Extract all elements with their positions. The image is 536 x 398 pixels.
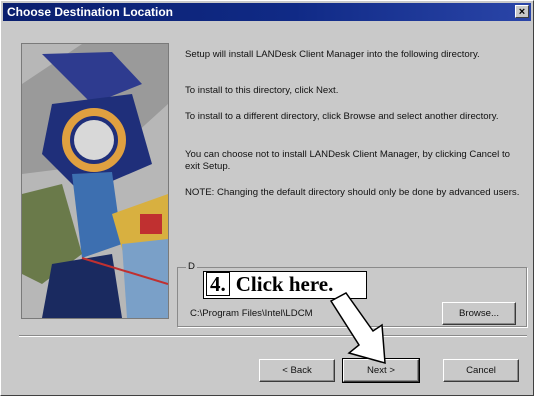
illustration-graphic <box>22 44 168 318</box>
title-bar: Choose Destination Location × <box>3 3 531 21</box>
browse-button[interactable]: Browse... <box>442 302 516 325</box>
close-icon: × <box>518 6 526 18</box>
instruction-callout: 4. Click here. <box>203 271 367 299</box>
setup-illustration <box>21 43 169 319</box>
instruction-paragraph: To install to this directory, click Next… <box>185 85 339 96</box>
cancel-button[interactable]: Cancel <box>443 359 519 382</box>
instruction-paragraph: You can choose not to install LANDesk Cl… <box>185 149 510 172</box>
group-label: D <box>186 261 197 272</box>
step-number: 4. <box>206 272 230 296</box>
instruction-paragraph: Setup will install LANDesk Client Manage… <box>185 49 480 60</box>
instruction-paragraph: To install to a different directory, cli… <box>185 111 499 122</box>
destination-path: C:\Program Files\Intel\LDCM <box>190 308 313 319</box>
setup-dialog: Choose Destination Location × Setup will… <box>0 0 534 396</box>
callout-text: Click here. <box>235 272 334 296</box>
divider <box>19 335 527 337</box>
note-paragraph: NOTE: Changing the default directory sho… <box>185 187 520 198</box>
back-button[interactable]: < Back <box>259 359 335 382</box>
window-title: Choose Destination Location <box>7 5 174 19</box>
next-button[interactable]: Next > <box>342 358 420 383</box>
close-button[interactable]: × <box>515 5 529 18</box>
